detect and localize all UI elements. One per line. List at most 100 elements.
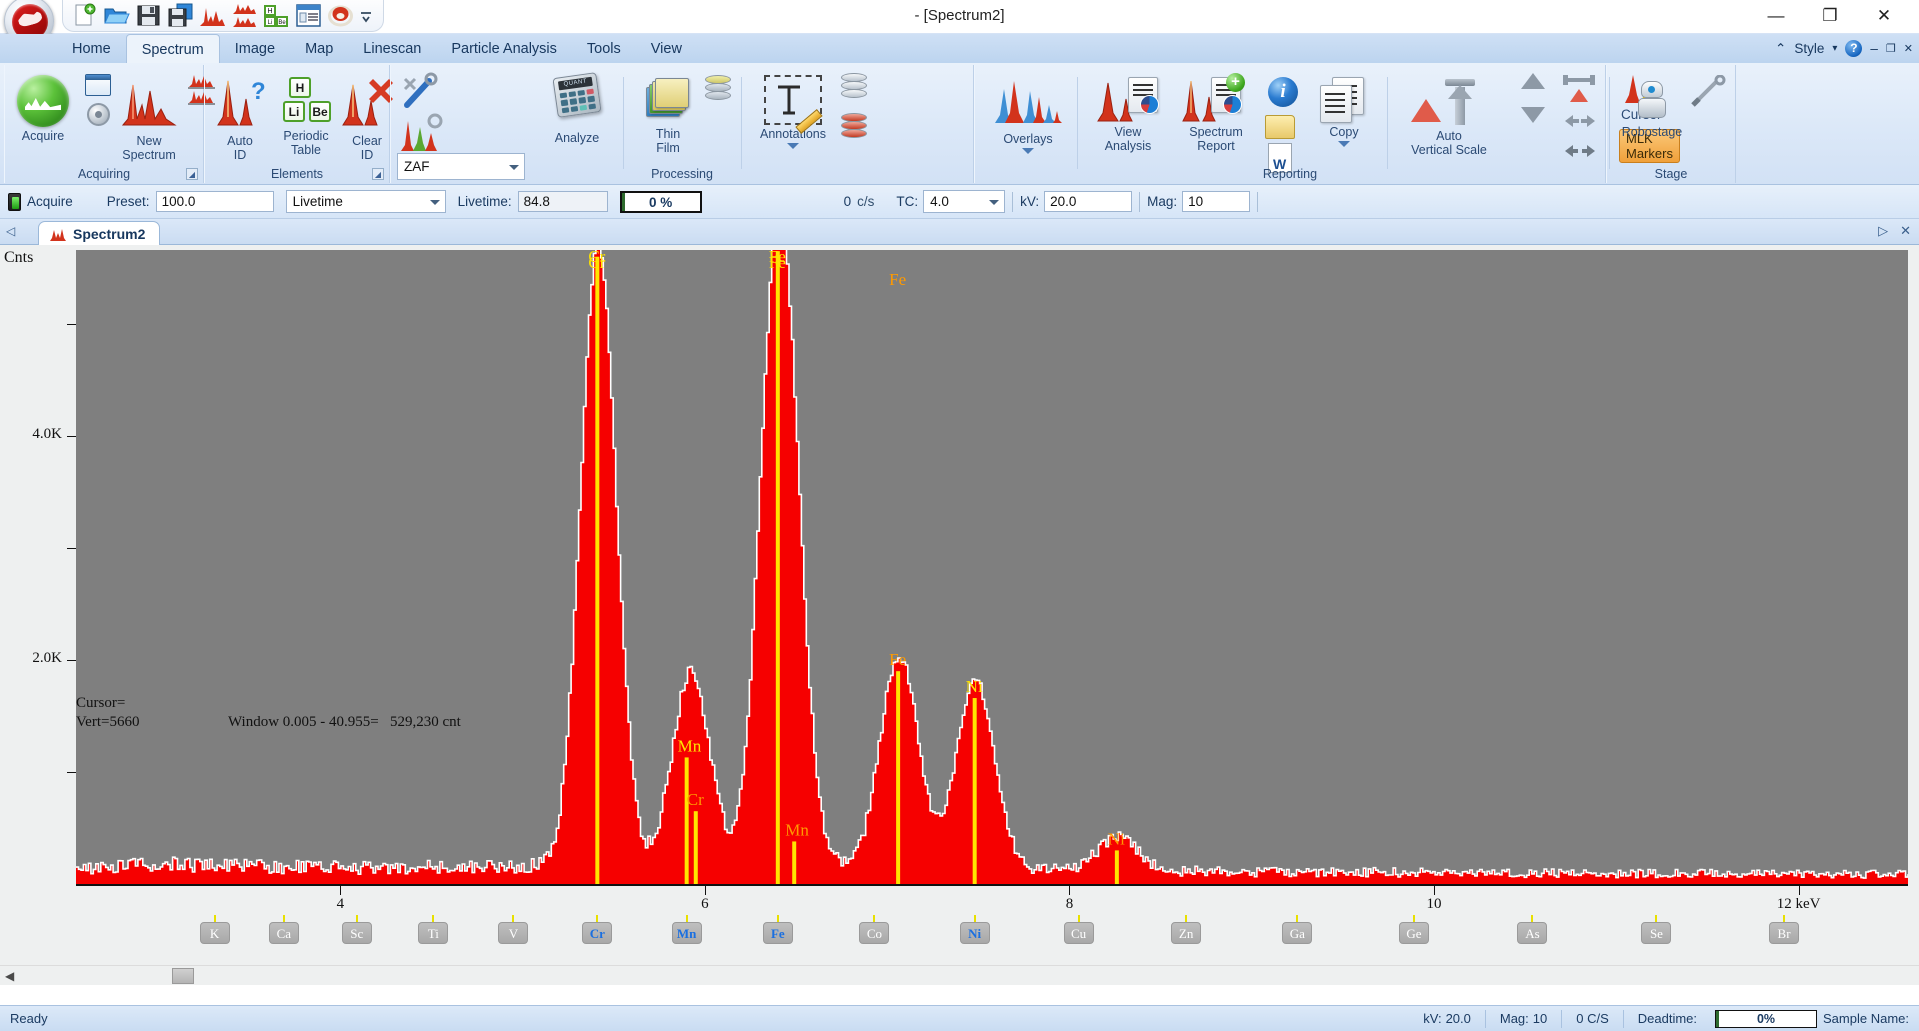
qat-more-icon[interactable] xyxy=(359,2,373,29)
spectrum-db-icon[interactable] xyxy=(841,113,867,141)
acquire-setup-window-icon[interactable] xyxy=(85,74,111,96)
new-folder-icon[interactable] xyxy=(1265,115,1295,139)
acquiring-dialog-launcher[interactable]: ◢ xyxy=(186,168,198,180)
overlays-button[interactable]: Overlays xyxy=(989,71,1067,155)
style-menu[interactable]: Style xyxy=(1794,41,1824,56)
status-ready: Ready xyxy=(10,1011,48,1026)
document-tab-spectrum2[interactable]: Spectrum2 xyxy=(38,221,160,246)
stage-tools-icon[interactable] xyxy=(1691,75,1727,114)
spectrum-report-button[interactable]: + Spectrum Report xyxy=(1171,71,1261,154)
thin-film-database-icon[interactable] xyxy=(705,75,731,103)
collapse-ribbon-icon[interactable]: ⌃ xyxy=(1775,41,1786,57)
vertical-scale-arrow-icon xyxy=(1445,79,1475,125)
tab-linescan[interactable]: Linescan xyxy=(348,34,436,63)
element-button-As[interactable]: As xyxy=(1517,922,1547,944)
annotations-button[interactable]: Annotations xyxy=(753,71,833,150)
periodic-table-icon[interactable]: H Li Be xyxy=(263,2,290,29)
save-icon[interactable] xyxy=(135,2,162,29)
element-button-Zn[interactable]: Zn xyxy=(1171,922,1201,944)
tab-image[interactable]: Image xyxy=(220,34,290,63)
doc-close-button[interactable]: ✕ xyxy=(1904,42,1913,55)
report-icon[interactable] xyxy=(295,2,322,29)
thin-film-button[interactable]: Thin Film xyxy=(635,71,701,156)
tab-tools[interactable]: Tools xyxy=(572,34,636,63)
tab-map[interactable]: Map xyxy=(290,34,348,63)
shift-horizontal-icon[interactable] xyxy=(1563,143,1597,164)
element-marker-tick-Mn xyxy=(686,915,688,922)
tc-select[interactable]: 4.0 xyxy=(923,190,1005,213)
help-ring-icon[interactable] xyxy=(327,2,354,29)
element-button-Ca[interactable]: Ca xyxy=(269,922,299,944)
save-as-icon[interactable] xyxy=(167,2,194,29)
new-icon[interactable] xyxy=(71,2,98,29)
annotations-db-icon[interactable] xyxy=(841,73,867,101)
element-button-Fe[interactable]: Fe xyxy=(763,922,793,944)
spectrum-icon[interactable] xyxy=(199,2,226,29)
acquire-mode-select[interactable]: Livetime xyxy=(286,190,446,213)
copy-caret-icon[interactable] xyxy=(1338,141,1350,147)
tab-view[interactable]: View xyxy=(636,34,697,63)
scrollbar-thumb[interactable] xyxy=(172,968,194,984)
info-icon[interactable]: i xyxy=(1268,77,1298,107)
element-button-Sc[interactable]: Sc xyxy=(342,922,372,944)
expand-horizontal-icon[interactable] xyxy=(1563,73,1595,102)
scroll-up-icon[interactable] xyxy=(1521,73,1545,89)
elements-dialog-launcher[interactable]: ◢ xyxy=(372,168,384,180)
element-button-V[interactable]: V xyxy=(498,922,528,944)
status-sample-name-label: Sample Name: xyxy=(1823,1011,1909,1026)
doc-tab-next-icon[interactable]: ▷ xyxy=(1878,223,1888,239)
minimize-button[interactable]: — xyxy=(1749,0,1803,32)
contract-horizontal-icon[interactable] xyxy=(1563,113,1597,134)
clear-id-button[interactable]: Clear ID xyxy=(343,71,391,163)
tab-spectrum[interactable]: Spectrum xyxy=(126,34,220,63)
element-button-Ge[interactable]: Ge xyxy=(1399,922,1429,944)
horizontal-scrollbar[interactable]: ◀ xyxy=(0,965,1919,985)
element-button-K[interactable]: K xyxy=(200,922,230,944)
robostage-button[interactable]: Robostage xyxy=(1615,71,1689,140)
element-button-Mn[interactable]: Mn xyxy=(672,922,702,944)
scroll-down-icon[interactable] xyxy=(1521,107,1545,123)
multi-spectrum-icon[interactable] xyxy=(231,2,258,29)
doc-minimize-button[interactable]: – xyxy=(1870,41,1878,56)
scroll-left-icon[interactable]: ◀ xyxy=(5,969,14,983)
acquire-settings-gear-icon[interactable] xyxy=(87,103,110,126)
ribbon-group-elements-label: Elements xyxy=(205,167,389,181)
copy-button[interactable]: Copy xyxy=(1309,71,1379,148)
new-spectrum-button[interactable]: New Spectrum xyxy=(113,71,185,163)
element-button-Se[interactable]: Se xyxy=(1641,922,1671,944)
overlays-caret-icon[interactable] xyxy=(1022,148,1034,154)
maximize-button[interactable]: ❐ xyxy=(1803,0,1857,32)
mag-label: Mag: xyxy=(1147,194,1177,209)
close-button[interactable]: ✕ xyxy=(1857,0,1911,32)
clear-id-label-2: ID xyxy=(352,148,382,162)
kv-input[interactable]: 20.0 xyxy=(1044,191,1132,212)
tab-particle-analysis[interactable]: Particle Analysis xyxy=(436,34,572,63)
periodic-table-button[interactable]: H Li Be Periodic Table xyxy=(273,71,339,158)
style-caret-icon[interactable]: ▾ xyxy=(1832,43,1837,54)
acquire-bar-label[interactable]: Acquire xyxy=(27,194,73,209)
doc-restore-button[interactable]: ❐ xyxy=(1886,42,1896,55)
acquire-led-icon[interactable] xyxy=(8,193,21,211)
mag-input[interactable]: 10 xyxy=(1182,191,1250,212)
element-button-Co[interactable]: Co xyxy=(859,922,889,944)
element-button-Ga[interactable]: Ga xyxy=(1282,922,1312,944)
auto-vertical-scale-button[interactable]: Auto Vertical Scale xyxy=(1393,71,1505,158)
element-button-Ni[interactable]: Ni xyxy=(960,922,990,944)
doc-tab-close-icon[interactable]: ✕ xyxy=(1900,223,1911,239)
tab-home[interactable]: Home xyxy=(57,34,126,63)
element-button-Br[interactable]: Br xyxy=(1769,922,1799,944)
element-button-Cr[interactable]: Cr xyxy=(582,922,612,944)
doc-tab-prev-icon[interactable]: ◁ xyxy=(6,224,15,238)
auto-id-button[interactable]: ? Auto ID xyxy=(211,71,269,163)
spectrum-canvas[interactable]: CrCrMnMnFeFeNiNiCrFeFe xyxy=(76,250,1908,884)
spectrum-fit-icon[interactable] xyxy=(399,113,445,158)
annotations-caret-icon[interactable] xyxy=(787,143,799,149)
acquire-button[interactable]: Acquire xyxy=(11,71,75,144)
analyze-button[interactable]: QUANT Analyze xyxy=(541,71,613,146)
open-folder-icon[interactable] xyxy=(103,2,130,29)
element-button-Ti[interactable]: Ti xyxy=(418,922,448,944)
preset-input[interactable]: 100.0 xyxy=(156,191,274,212)
element-button-Cu[interactable]: Cu xyxy=(1064,922,1094,944)
view-analysis-button[interactable]: View Analysis xyxy=(1087,71,1169,154)
help-icon[interactable]: ? xyxy=(1845,40,1862,57)
